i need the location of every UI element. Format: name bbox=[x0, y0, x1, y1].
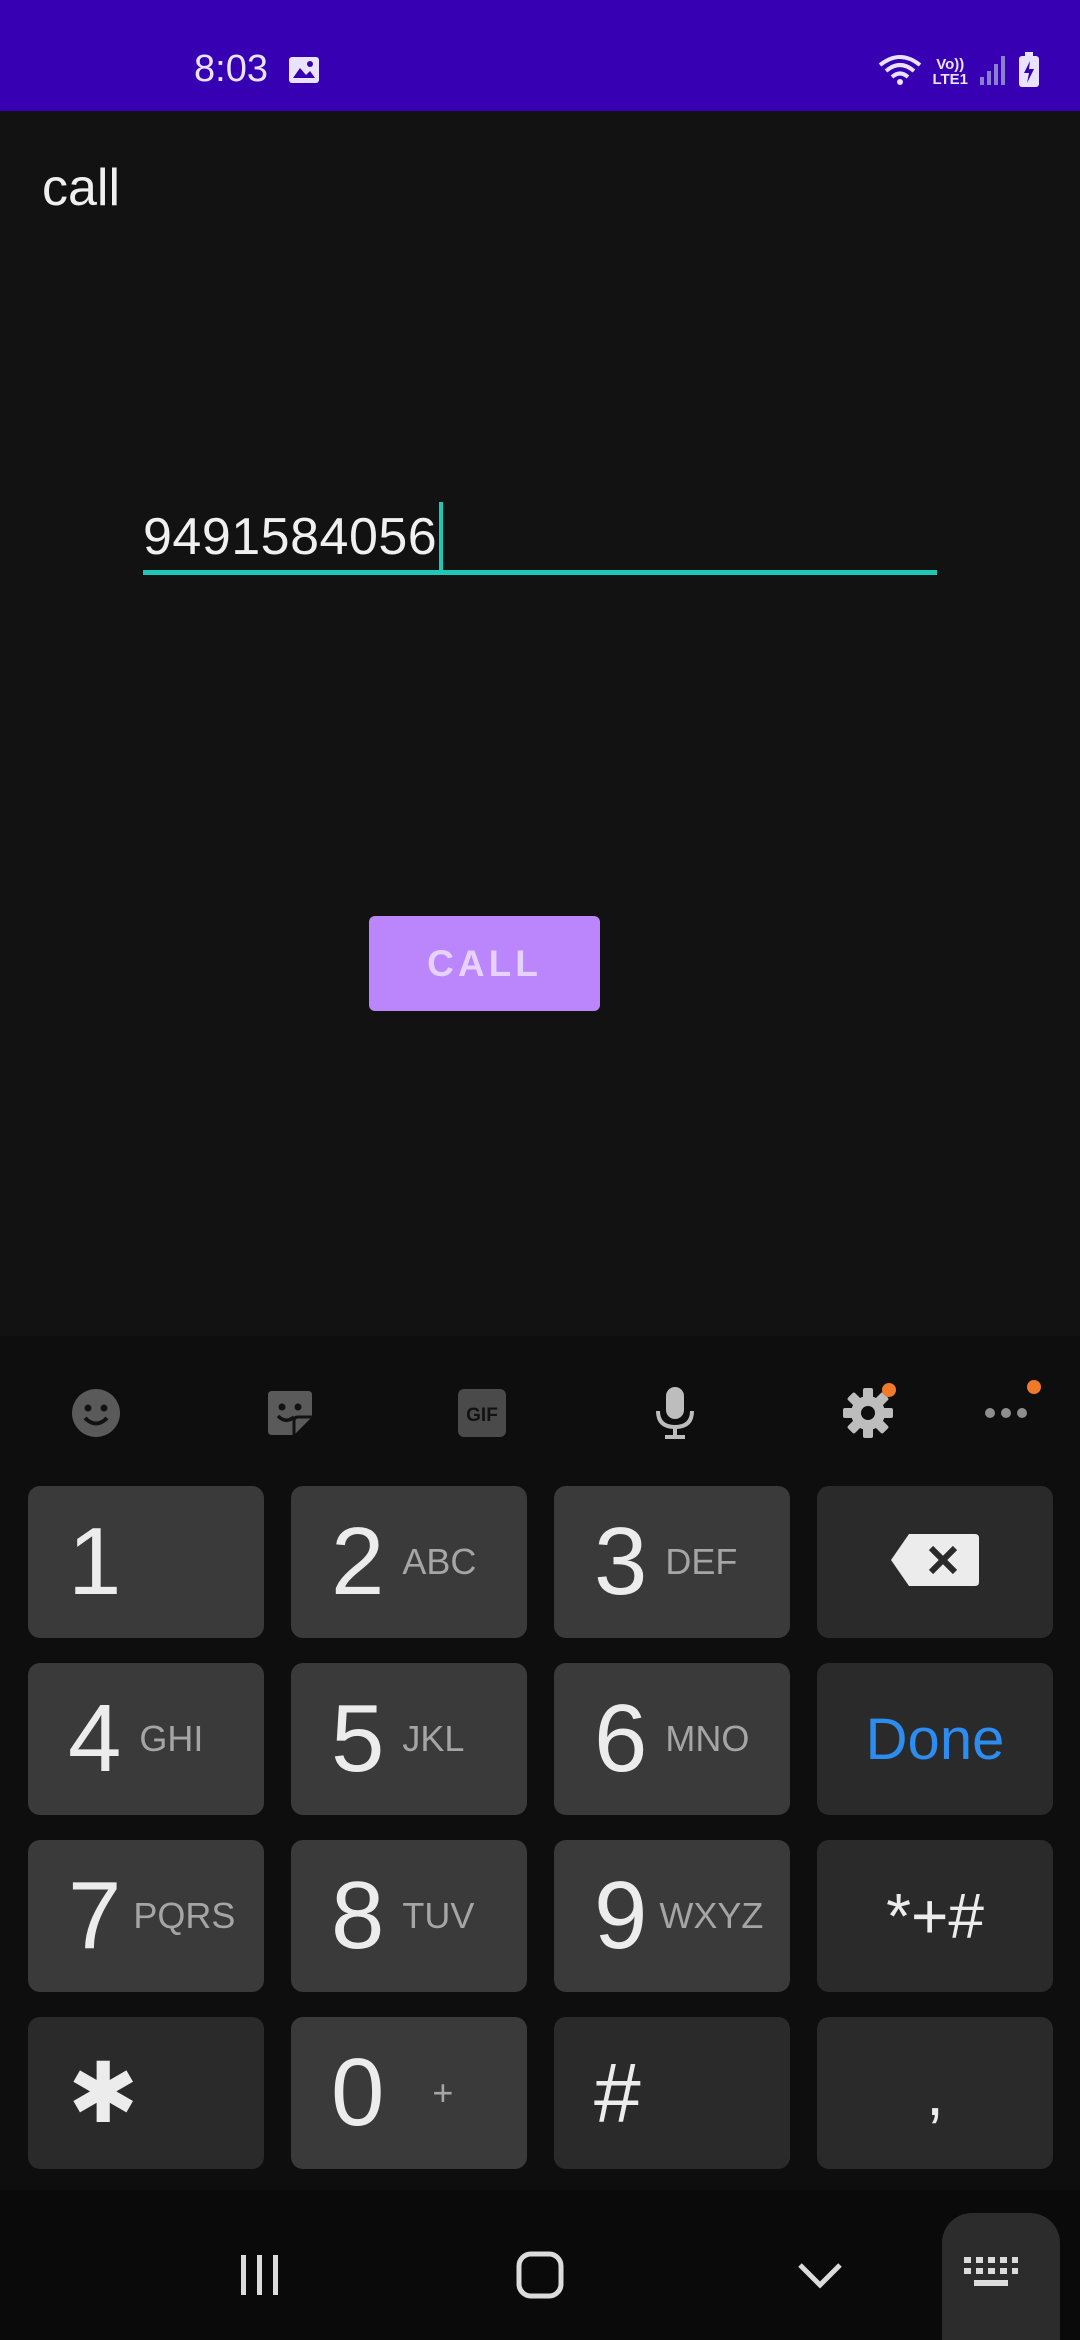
key-symbol: # bbox=[594, 2046, 641, 2140]
backspace-icon bbox=[817, 1532, 1053, 1593]
input-underline bbox=[143, 570, 937, 575]
key-2[interactable]: 2 ABC bbox=[291, 1486, 527, 1638]
key-4[interactable]: 4 GHI bbox=[28, 1663, 264, 1815]
key-0[interactable]: 0 + bbox=[291, 2017, 527, 2169]
microphone-icon[interactable] bbox=[647, 1385, 703, 1441]
key-6[interactable]: 6 MNO bbox=[554, 1663, 790, 1815]
image-icon bbox=[288, 56, 320, 84]
keyboard-icon bbox=[962, 2255, 1020, 2296]
text-cursor bbox=[439, 502, 444, 572]
emoji-icon[interactable] bbox=[68, 1385, 124, 1441]
key-letters: PQRS bbox=[133, 1895, 236, 1936]
key-digit: 1 bbox=[68, 1508, 122, 1615]
phone-number-value: 9491584056 bbox=[143, 508, 438, 566]
key-letters: GHI bbox=[139, 1718, 204, 1759]
key-letters: TUV bbox=[402, 1895, 475, 1936]
key-9[interactable]: 9 WXYZ bbox=[554, 1840, 790, 1992]
key-7[interactable]: 7 PQRS bbox=[28, 1840, 264, 1992]
key-hash[interactable]: # bbox=[554, 2017, 790, 2169]
done-label: Done bbox=[865, 1706, 1005, 1772]
key-letters: WXYZ bbox=[659, 1895, 764, 1936]
call-button[interactable]: CALL bbox=[369, 916, 600, 1011]
key-digit: 3 bbox=[594, 1508, 648, 1615]
more-icon[interactable] bbox=[978, 1385, 1034, 1441]
recent-apps-icon[interactable] bbox=[230, 2250, 290, 2300]
key-digit: 8 bbox=[331, 1862, 385, 1969]
key-letters: JKL bbox=[402, 1718, 465, 1759]
key-letters: + bbox=[432, 2072, 454, 2113]
home-icon[interactable] bbox=[510, 2248, 570, 2302]
status-time: 8:03 bbox=[194, 48, 268, 90]
key-letters: ABC bbox=[402, 1541, 477, 1582]
gif-icon[interactable]: GIF bbox=[454, 1385, 510, 1441]
key-digit: 6 bbox=[594, 1685, 648, 1792]
wifi-icon bbox=[878, 53, 922, 92]
sticker-icon[interactable] bbox=[262, 1385, 318, 1441]
key-8[interactable]: 8 TUV bbox=[291, 1840, 527, 1992]
symbols-label: *+# bbox=[886, 1880, 984, 1952]
phone-number-input[interactable]: 9491584056 bbox=[143, 490, 937, 576]
signal-icon bbox=[978, 53, 1008, 92]
key-symbol: ✱ bbox=[68, 2046, 139, 2140]
key-5[interactable]: 5 JKL bbox=[291, 1663, 527, 1815]
backspace-key[interactable] bbox=[817, 1486, 1053, 1638]
app-title: call bbox=[42, 159, 121, 217]
key-digit: 2 bbox=[331, 1508, 385, 1615]
symbols-key[interactable]: *+# bbox=[817, 1840, 1053, 1992]
status-icons: Vo)) LTE1 bbox=[878, 51, 1040, 93]
done-key[interactable]: Done bbox=[817, 1663, 1053, 1815]
keyboard-switch-button[interactable] bbox=[942, 2213, 1060, 2340]
key-digit: 5 bbox=[331, 1685, 385, 1792]
key-digit: 7 bbox=[68, 1862, 122, 1969]
key-letters: MNO bbox=[665, 1718, 750, 1759]
settings-notification-dot bbox=[882, 1383, 896, 1397]
key-3[interactable]: 3 DEF bbox=[554, 1486, 790, 1638]
key-comma[interactable]: , bbox=[817, 2017, 1053, 2169]
volte-icon: Vo)) LTE1 bbox=[932, 56, 968, 88]
key-letters: DEF bbox=[665, 1541, 738, 1582]
hide-keyboard-icon[interactable] bbox=[790, 2254, 850, 2298]
key-digit: 4 bbox=[68, 1685, 122, 1792]
comma-label: , bbox=[926, 2057, 944, 2129]
key-1[interactable]: 1 bbox=[28, 1486, 264, 1638]
battery-charging-icon bbox=[1018, 51, 1040, 93]
key-star[interactable]: ✱ bbox=[28, 2017, 264, 2169]
key-digit: 9 bbox=[594, 1862, 648, 1969]
gif-label: GIF bbox=[466, 1405, 498, 1426]
key-digit: 0 bbox=[331, 2039, 385, 2146]
more-notification-dot bbox=[1027, 1380, 1041, 1394]
